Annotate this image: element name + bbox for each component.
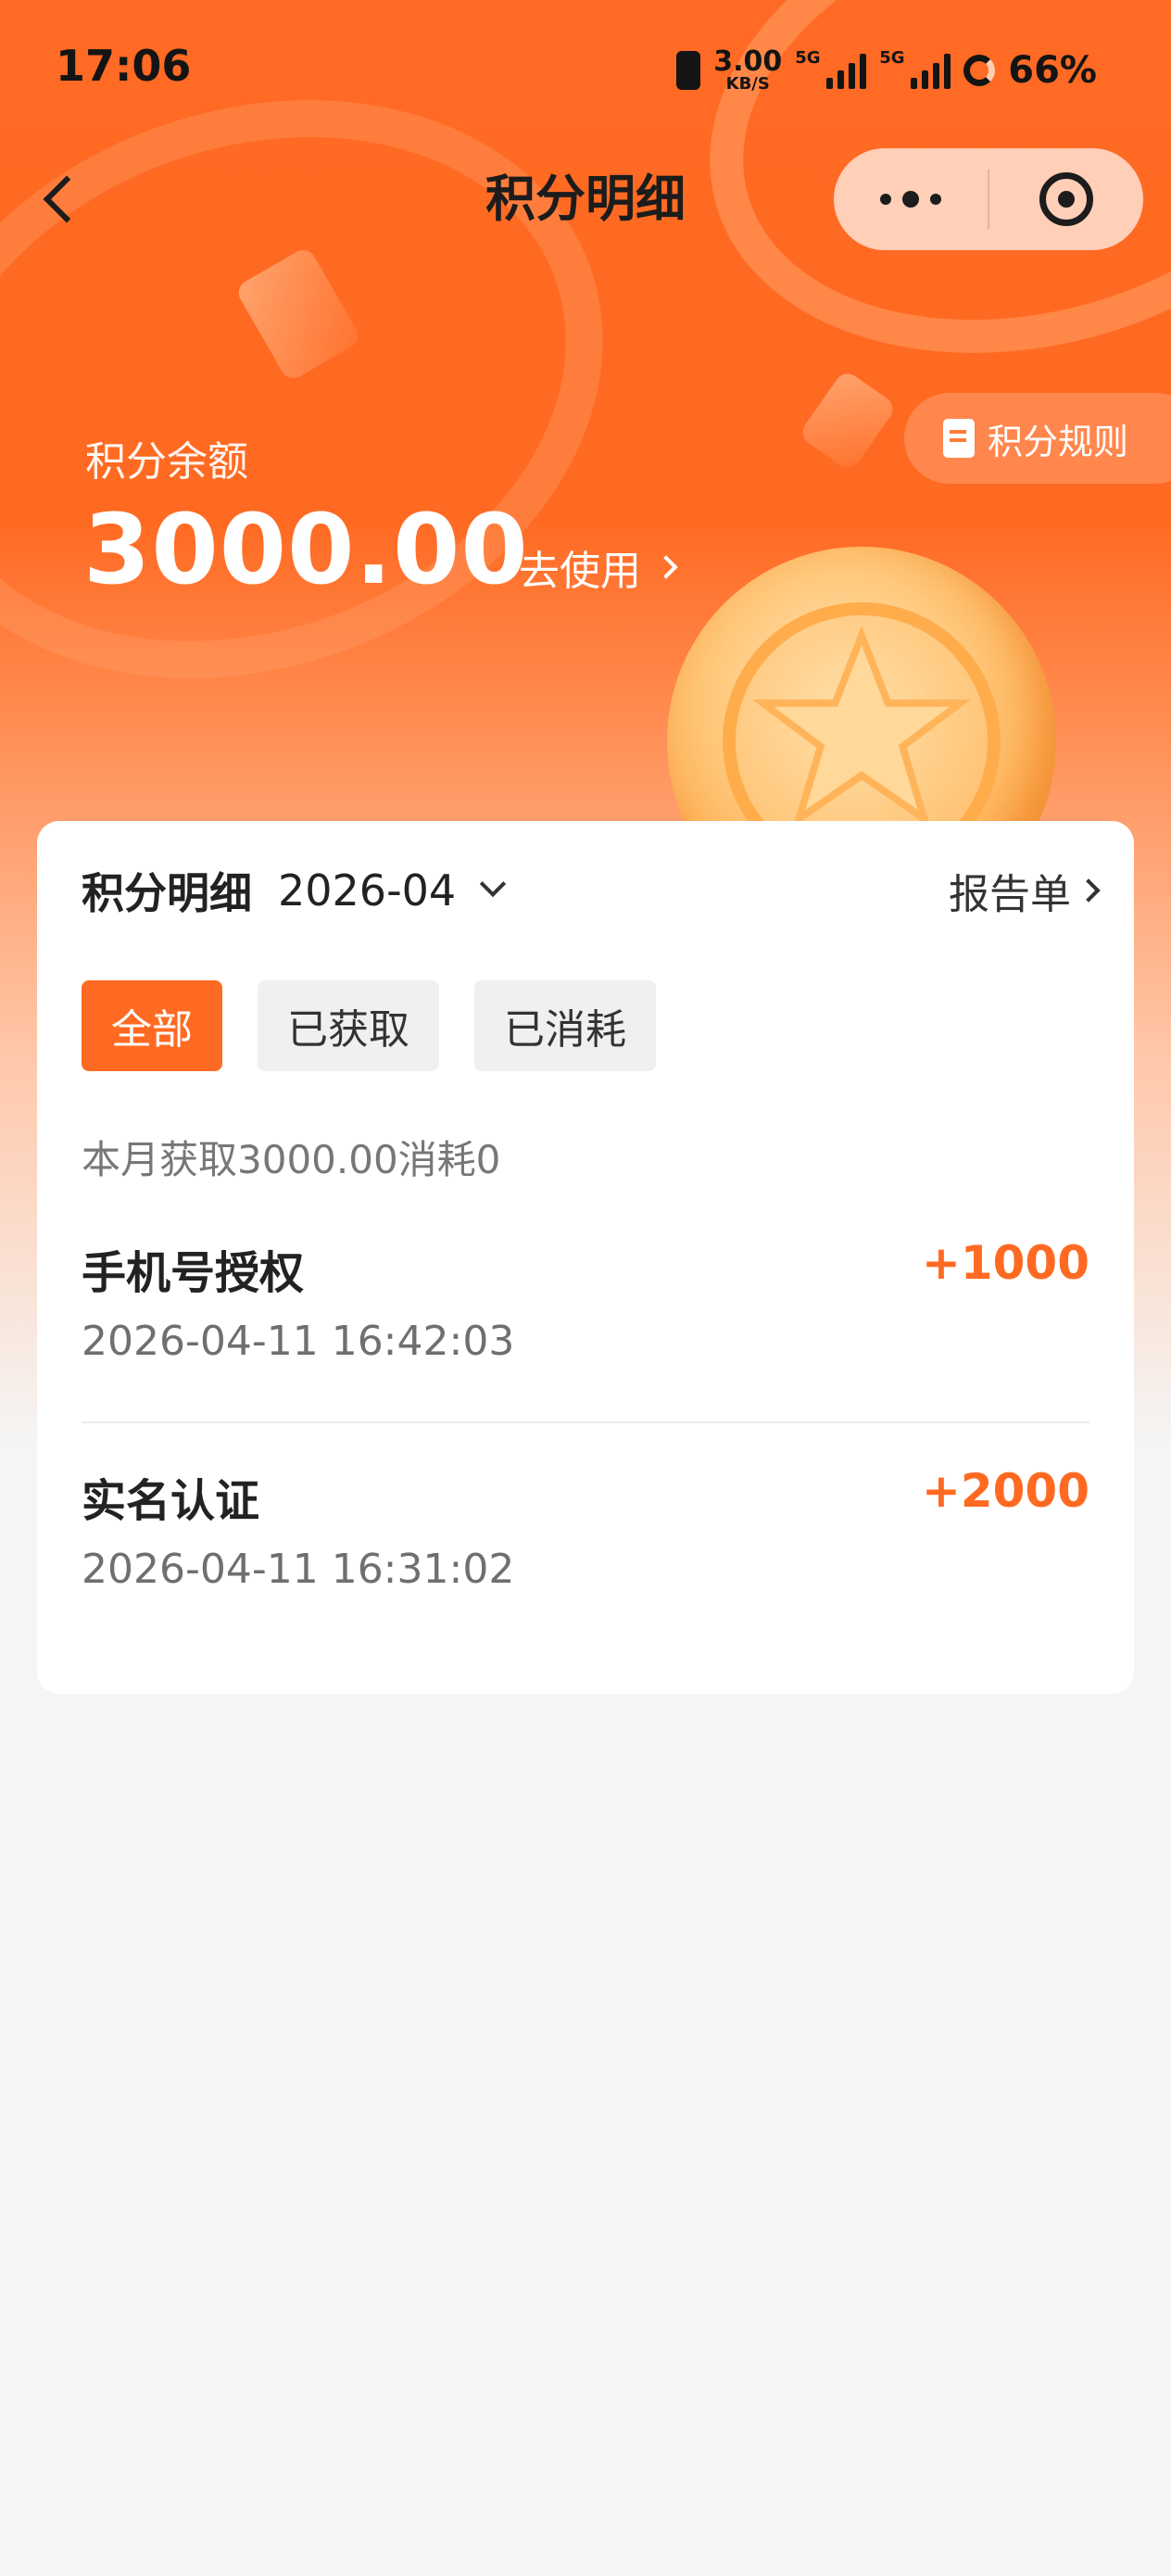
signal-icon: 5G [879, 48, 951, 89]
mini-program-capsule [834, 148, 1143, 250]
points-rules-label: 积分规则 [988, 421, 1129, 462]
points-rules-button[interactable]: 积分规则 [904, 393, 1171, 484]
document-icon [943, 419, 975, 458]
month-summary: 本月获取3000.00消耗0 [82, 1137, 501, 1182]
balance-label: 积分余额 [85, 438, 248, 486]
record-name: 手机号授权 [82, 1247, 305, 1299]
report-label: 报告单 [949, 871, 1071, 918]
card-header: 积分明细 2026-04 报告单 [82, 858, 1101, 923]
list-item: 手机号授权 2026-04-11 16:42:03 +1000 [82, 1236, 1089, 1440]
net-speed: 3.00 KB/S [713, 48, 782, 93]
card-title: 积分明细 [82, 868, 252, 918]
report-link[interactable]: 报告单 [949, 861, 1101, 920]
use-points-label: 去使用 [519, 548, 641, 595]
more-dots-icon [880, 194, 891, 205]
chevron-right-icon [654, 555, 678, 579]
chevron-right-icon [1077, 878, 1101, 903]
tab-all[interactable]: 全部 [82, 980, 222, 1071]
more-button[interactable] [834, 191, 988, 208]
signal-icon: 5G [795, 48, 867, 89]
chevron-down-icon[interactable] [480, 870, 507, 898]
close-button[interactable] [989, 172, 1143, 226]
record-points: +1000 [921, 1236, 1089, 1290]
vibrate-icon [676, 51, 701, 90]
month-selector[interactable]: 2026-04 [278, 865, 456, 915]
status-bar: 17:06 3.00 KB/S 5G 5G 66% [0, 0, 1171, 139]
record-time: 2026-04-11 16:42:03 [82, 1318, 515, 1365]
points-detail-card: 积分明细 2026-04 报告单 全部 已获取 已消耗 本月获取3000.00消… [37, 821, 1134, 1694]
net-speed-value: 3.00 [713, 45, 783, 78]
tab-earned[interactable]: 已获取 [258, 980, 439, 1071]
battery-ring-icon [963, 55, 996, 86]
status-icons: 3.00 KB/S 5G 5G 66% [676, 44, 1097, 96]
net-speed-unit: KB/S [725, 74, 770, 94]
target-icon [1039, 172, 1093, 226]
tab-consumed[interactable]: 已消耗 [474, 980, 656, 1071]
sim1-tag: 5G [795, 48, 821, 68]
record-points: +2000 [921, 1464, 1089, 1518]
record-time: 2026-04-11 16:31:02 [82, 1546, 515, 1593]
filter-tabs: 全部 已获取 已消耗 [82, 980, 656, 1071]
list-item: 实名认证 2026-04-11 16:31:02 +2000 [82, 1464, 1089, 1668]
sim2-tag: 5G [879, 48, 905, 68]
divider [82, 1421, 1089, 1423]
battery-level: 66% [1008, 49, 1097, 92]
status-time: 17:06 [56, 41, 192, 91]
balance-value: 3000.00 [83, 493, 529, 606]
record-name: 实名认证 [82, 1475, 260, 1527]
decor-card [798, 368, 898, 474]
use-points-link[interactable]: 去使用 [519, 537, 678, 597]
